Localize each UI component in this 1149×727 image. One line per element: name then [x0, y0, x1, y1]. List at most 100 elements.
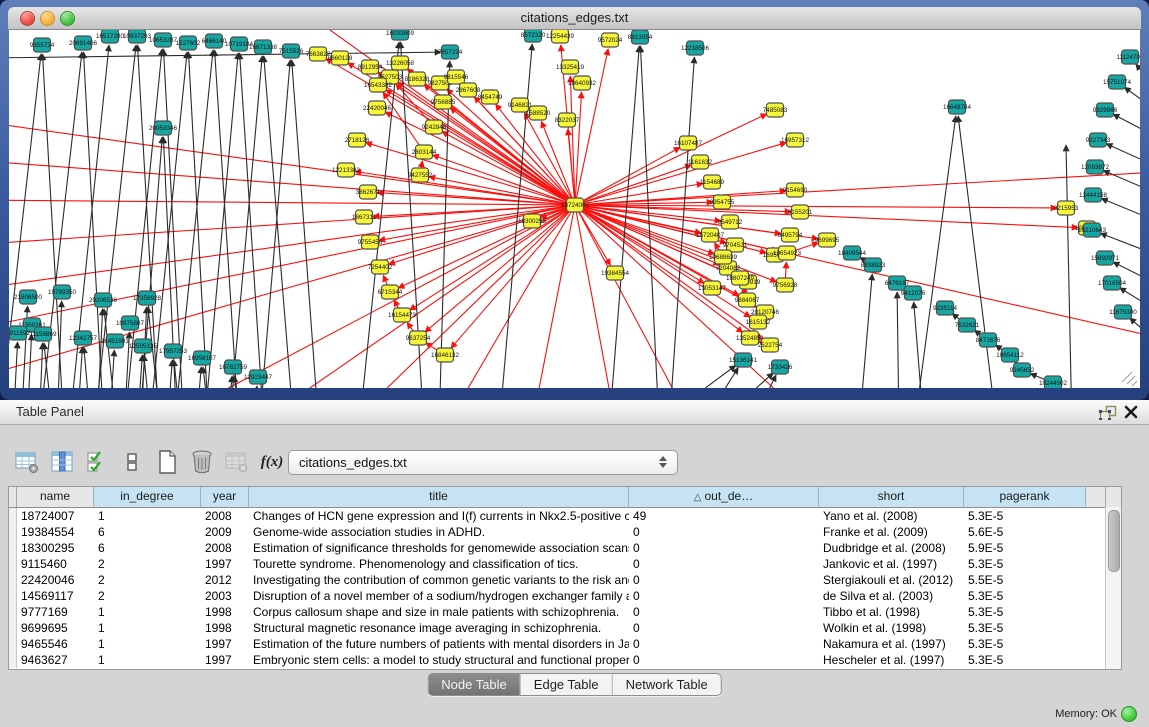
graph-node[interactable]: 9572024	[598, 33, 623, 47]
table-cell[interactable]: Structural magnetic resonance image aver…	[249, 620, 629, 636]
graph-edge[interactable]	[9, 200, 575, 205]
graph-node[interactable]: 8495794	[778, 228, 803, 242]
table-cell[interactable]: Changes of HCN gene expression and I(f) …	[249, 508, 629, 524]
graph-node[interactable]: 1161632	[688, 155, 713, 169]
graph-node[interactable]: 13226058	[386, 56, 415, 70]
graph-edge[interactable]	[439, 205, 575, 388]
graph-node[interactable]: 8912954	[358, 60, 383, 74]
table-cell[interactable]: 49	[629, 508, 819, 524]
table-cell[interactable]: 1	[94, 508, 201, 524]
graph-edge[interactable]	[196, 367, 201, 388]
graph-node[interactable]: 6715344	[378, 285, 403, 299]
graph-node[interactable]: 2718126	[345, 133, 370, 147]
graph-edge[interactable]	[27, 334, 32, 388]
column-header-in_degree[interactable]: in_degree	[94, 487, 201, 507]
table-selector-dropdown[interactable]: citations_edges.txt	[288, 450, 678, 475]
graph-node[interactable]: 12923447	[244, 370, 273, 384]
network-graph[interactable]: 1872400718300295193845548660128891295413…	[9, 30, 1140, 388]
graph-node[interactable]: 8938923	[861, 258, 886, 272]
graph-edge[interactable]	[9, 52, 441, 58]
new-column-icon[interactable]	[154, 449, 180, 475]
table-cell[interactable]: Nakamura et al. (1997)	[819, 636, 964, 652]
table-cell[interactable]: Tibbo et al. (1998)	[819, 604, 964, 620]
row-height-icon[interactable]	[119, 449, 145, 475]
graph-node[interactable]: 8572320	[521, 30, 546, 42]
table-cell[interactable]: 18300295	[17, 540, 94, 556]
column-header-short[interactable]: short	[819, 487, 964, 507]
graph-edge[interactable]	[914, 116, 956, 388]
graph-node[interactable]: 16154473	[388, 308, 417, 322]
graph-node[interactable]: 8660128	[328, 51, 353, 65]
table-cell[interactable]: 2008	[201, 540, 249, 556]
graph-edge[interactable]	[9, 160, 575, 205]
scrollbar-thumb[interactable]	[1108, 510, 1120, 572]
graph-node[interactable]: 17957253	[159, 344, 188, 358]
table-cell[interactable]: 22420046	[17, 572, 94, 588]
graph-edge[interactable]	[39, 343, 43, 388]
graph-node[interactable]: 13325419	[556, 60, 585, 74]
graph-edge[interactable]	[109, 350, 114, 388]
graph-node[interactable]: 9755456	[358, 235, 383, 249]
table-cell[interactable]: 9463627	[17, 652, 94, 668]
graph-edge[interactable]	[709, 373, 773, 388]
tab-edge-table[interactable]: Edge Table	[520, 674, 612, 695]
column-header-out_de[interactable]: △out_de…	[629, 487, 819, 507]
table-cell[interactable]: 0	[629, 556, 819, 572]
graph-node[interactable]: 11451903	[101, 334, 129, 348]
graph-edge[interactable]	[383, 92, 424, 152]
graph-node[interactable]: 1588520	[526, 106, 551, 120]
table-cell[interactable]: 1998	[201, 620, 249, 636]
table-cell[interactable]: 2012	[201, 572, 249, 588]
graph-edge[interactable]	[914, 302, 924, 388]
table-row[interactable]: 1456911722003Disruption of a novel membe…	[9, 588, 1121, 604]
graph-node[interactable]: 16671338	[249, 40, 278, 54]
table-cell[interactable]: 5.3E-5	[964, 652, 1086, 668]
vertical-scrollbar[interactable]	[1105, 507, 1121, 669]
close-icon[interactable]	[1123, 404, 1139, 420]
graph-edge[interactable]	[897, 292, 899, 388]
table-cell[interactable]: 9699695	[17, 620, 94, 636]
graph-node[interactable]: 19789350	[48, 285, 77, 299]
table-cell[interactable]: Yano et al. (2008)	[819, 508, 964, 524]
graph-edge[interactable]	[229, 56, 262, 388]
graph-node[interactable]: 8186328	[405, 72, 430, 86]
graph-node[interactable]: 16782759	[219, 360, 248, 374]
graph-node[interactable]: 6466140	[202, 34, 227, 48]
column-visibility-icon[interactable]	[49, 449, 75, 475]
graph-node[interactable]: 10653287	[149, 33, 178, 47]
table-cell[interactable]: 6	[94, 540, 201, 556]
graph-node[interactable]: 16846132	[431, 348, 460, 362]
table-cell[interactable]: 19384554	[17, 524, 94, 540]
graph-node[interactable]: 8954755	[710, 195, 735, 209]
table-cell[interactable]: 6	[94, 524, 201, 540]
graph-edge[interactable]	[163, 49, 184, 388]
graph-node[interactable]: 20691406	[69, 36, 98, 50]
graph-edge[interactable]	[1136, 64, 1140, 80]
graph-node[interactable]: 8155201	[788, 205, 813, 219]
table-cell[interactable]: 5.5E-5	[964, 572, 1086, 588]
graph-edge[interactable]	[188, 52, 209, 388]
column-header-gutter[interactable]	[9, 487, 17, 507]
graph-node[interactable]: 16517280	[96, 30, 125, 43]
graph-edge[interactable]	[575, 114, 767, 205]
graph-node[interactable]: 3862671	[356, 185, 381, 199]
table-row[interactable]: 946362711997Embryonic stem cells: a mode…	[9, 652, 1121, 668]
graph-node[interactable]: 9549712	[718, 215, 743, 229]
graph-node[interactable]: 7663822	[306, 47, 331, 61]
table-row[interactable]: 911546021997Tourette syndrome. Phenomeno…	[9, 556, 1121, 572]
graph-edge[interactable]	[410, 205, 575, 310]
table-cell[interactable]: 1997	[201, 652, 249, 668]
graph-edge[interactable]	[1066, 145, 1072, 388]
table-cell[interactable]: 9465546	[17, 636, 94, 652]
graph-edge[interactable]	[149, 52, 187, 388]
graph-node[interactable]: 1733426	[768, 360, 793, 374]
table-cell[interactable]: 5.3E-5	[964, 588, 1086, 604]
graph-node[interactable]: 10937293	[123, 30, 152, 43]
table-cell[interactable]: Corpus callosum shape and size in male p…	[249, 604, 629, 620]
graph-edge[interactable]	[1101, 198, 1140, 218]
table-cell[interactable]: 1	[94, 652, 201, 668]
graph-node[interactable]: 18640932	[568, 76, 597, 90]
graph-node[interactable]: 11675300	[1109, 305, 1137, 319]
graph-edge[interactable]	[215, 50, 239, 388]
graph-node[interactable]: 13053147	[698, 281, 727, 295]
